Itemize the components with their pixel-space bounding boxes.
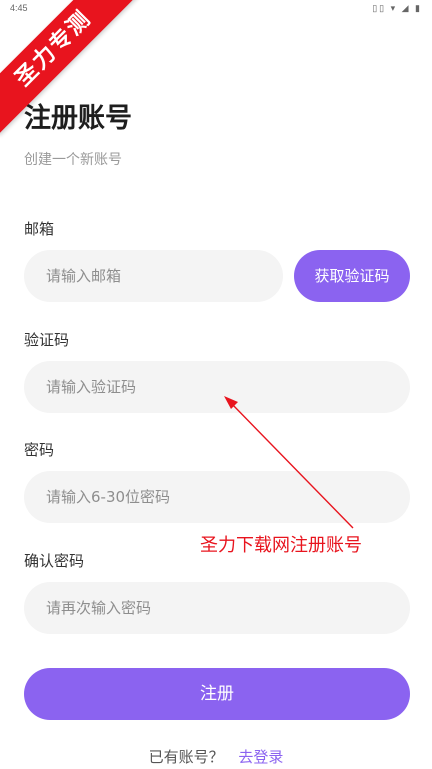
register-button[interactable]: 注册 [24, 668, 410, 720]
login-row: 已有账号？ 去登录 [0, 746, 432, 767]
email-input[interactable] [24, 250, 283, 302]
get-code-button[interactable]: 获取验证码 [294, 250, 410, 302]
watermark-text: 圣力专测 [0, 0, 140, 135]
register-screen: 4:45 ▯▯ ▾ ◢ ▮ 圣力专测 注册账号 创建一个新账号 邮箱 获取验证码… [0, 0, 432, 769]
confirm-password-label: 确认密码 [24, 552, 85, 570]
code-label: 验证码 [24, 331, 70, 349]
confirm-password-input[interactable] [24, 582, 410, 634]
login-link[interactable]: 去登录 [238, 748, 283, 766]
annotation-text: 圣力下载网注册账号 [200, 535, 362, 556]
status-icons: ▯▯ ▾ ◢ ▮ [372, 3, 422, 13]
watermark-ribbon: 圣力专测 [0, 0, 140, 140]
page-subtitle: 创建一个新账号 [24, 152, 122, 168]
code-input[interactable] [24, 361, 410, 413]
email-label: 邮箱 [24, 220, 55, 238]
password-input[interactable] [24, 471, 410, 523]
password-label: 密码 [24, 441, 55, 459]
login-prompt: 已有账号？ [148, 748, 224, 766]
